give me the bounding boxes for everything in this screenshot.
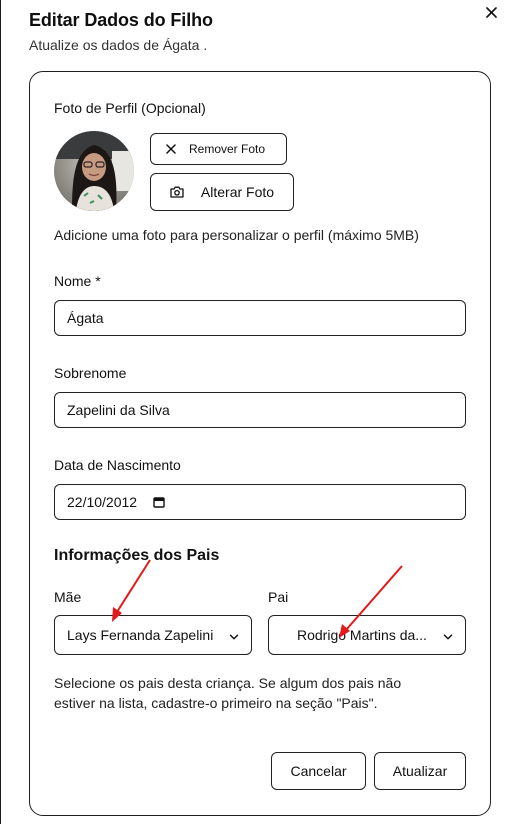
close-button[interactable] bbox=[481, 2, 501, 22]
father-select-value: Rodrigo Martins da... bbox=[297, 627, 427, 643]
photo-label: Foto de Perfil (Opcional) bbox=[54, 100, 206, 116]
remove-photo-label: Remover Foto bbox=[188, 142, 266, 156]
chevron-down-icon bbox=[229, 629, 239, 645]
mother-label: Mãe bbox=[54, 589, 82, 605]
mother-select-value: Lays Fernanda Zapelini bbox=[67, 627, 214, 643]
camera-icon bbox=[170, 186, 184, 198]
mother-select[interactable]: Lays Fernanda Zapelini bbox=[54, 615, 252, 655]
last-name-label: Sobrenome bbox=[54, 365, 127, 381]
dialog-subtitle: Atualize os dados de Ágata . bbox=[29, 37, 208, 53]
father-label: Pai bbox=[268, 589, 289, 605]
cancel-button[interactable]: Cancelar bbox=[271, 752, 366, 790]
photo-hint: Adicione uma foto para personalizar o pe… bbox=[54, 227, 419, 243]
father-select[interactable]: Rodrigo Martins da... bbox=[268, 615, 466, 655]
calendar-icon[interactable] bbox=[153, 496, 165, 508]
first-name-label: Nome * bbox=[54, 273, 101, 289]
x-icon bbox=[166, 144, 176, 154]
last-name-value: Zapelini da Silva bbox=[67, 402, 170, 418]
update-button-label: Atualizar bbox=[392, 763, 448, 779]
birth-date-label: Data de Nascimento bbox=[54, 457, 181, 473]
first-name-value: Ágata bbox=[67, 310, 104, 326]
remove-photo-button[interactable]: Remover Foto bbox=[150, 133, 287, 165]
last-name-input[interactable]: Zapelini da Silva bbox=[54, 392, 466, 428]
update-button[interactable]: Atualizar bbox=[374, 752, 466, 790]
parents-hint: Selecione os pais desta criança. Se algu… bbox=[54, 675, 402, 711]
chevron-down-icon bbox=[443, 629, 453, 645]
parents-heading: Informações dos Pais bbox=[54, 547, 220, 564]
dialog-title: Editar Dados do Filho bbox=[29, 10, 213, 30]
birth-date-input[interactable]: 22/10/2012 bbox=[54, 484, 466, 520]
avatar bbox=[54, 131, 134, 211]
first-name-input[interactable]: Ágata bbox=[54, 300, 466, 336]
modal-left-edge bbox=[0, 0, 1, 824]
cancel-button-label: Cancelar bbox=[290, 763, 347, 779]
close-icon bbox=[485, 6, 497, 18]
birth-date-value: 22/10/2012 bbox=[67, 494, 138, 510]
change-photo-button[interactable]: Alterar Foto bbox=[150, 173, 294, 211]
change-photo-label: Alterar Foto bbox=[200, 184, 275, 200]
